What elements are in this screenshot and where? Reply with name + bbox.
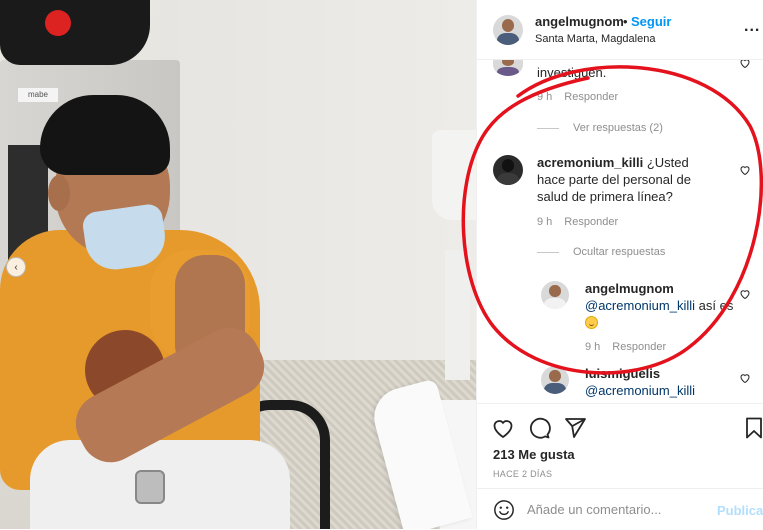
reply2-avatar[interactable] [541,366,569,394]
comment-body: acremonium_killi ¿Usted hace parte del p… [537,154,717,205]
post-photo: mabe ‹ [0,0,476,529]
comment-meta: 9 h Responder [537,216,618,228]
photo-sink [432,130,476,220]
smiling-face-emoji-icon [585,316,598,329]
comment-username[interactable]: acremonium_killi [537,155,643,170]
reply-avatar[interactable] [541,281,569,309]
comment-input[interactable] [527,497,707,521]
post-actions: 213 Me gusta HACE 2 DÍAS Publicar [477,403,763,529]
header-username[interactable]: angelmugnom [535,14,624,29]
prev-comment-text: investiguen. [537,65,607,80]
follow-button[interactable]: Seguir [631,14,671,29]
carousel-prev-button[interactable]: ‹ [6,257,26,277]
view-replies-label: Ver respuestas (2) [573,122,663,134]
hide-replies-button[interactable]: Ocultar respuestas [537,246,665,258]
reply-like-icon[interactable] [739,288,751,300]
comments-list[interactable]: investiguen. 9 h Responder Ver respuestas… [477,60,763,403]
photo-helmet [0,0,150,65]
hide-replies-label: Ocultar respuestas [573,246,666,258]
comment-icon[interactable] [527,416,551,440]
header-avatar[interactable] [493,15,523,45]
comment-like-icon[interactable] [739,164,751,176]
prev-comment-reply-button[interactable]: Responder [564,91,618,103]
reply-reply-button[interactable]: Responder [612,341,666,353]
photo-watch [135,470,165,504]
reply-username[interactable]: angelmugnom [585,281,674,296]
prev-comment-like-icon[interactable] [739,60,751,69]
prev-comment-time: 9 h [537,91,553,103]
comment-avatar[interactable] [493,155,523,185]
reply2-like-icon[interactable] [739,372,751,384]
reply-body: angelmugnom @acremonium_killi así es [585,280,735,331]
reply-mention[interactable]: @acremonium_killi [585,298,695,313]
reply-text: así es [698,298,734,313]
header-location[interactable]: Santa Marta, Magdalena [535,33,655,45]
reply2-body: luismiguelis @acremonium_killi [585,365,735,399]
photo-helmet-decal [45,10,71,36]
toggle-line [537,127,559,129]
share-icon[interactable] [563,416,587,440]
likes-count[interactable]: 213 Me gusta [493,447,575,462]
post-comment-button[interactable]: Publicar [717,503,763,518]
reply-meta: 9 h Responder [585,341,666,353]
comment-time: 9 h [537,216,553,228]
prev-comment-avatar[interactable] [493,60,523,76]
photo-hair [40,95,170,175]
view-replies-button[interactable]: Ver respuestas (2) [537,122,663,134]
reply2-mention[interactable]: @acremonium_killi [585,383,695,398]
emoji-picker-icon[interactable] [493,499,515,521]
more-options-icon[interactable]: ... [744,18,760,36]
heart-icon[interactable] [491,416,515,440]
photo-ear [48,175,70,211]
comment-reply-button[interactable]: Responder [564,216,618,228]
photo-brand-sticker: mabe [18,88,58,102]
add-comment-bar: Publicar [477,488,763,530]
reply-time: 9 h [585,341,601,353]
reply2-username[interactable]: luismiguelis [585,366,660,381]
bookmark-icon[interactable] [742,416,763,440]
photo-pipe [445,250,470,380]
post-side-panel: angelmugnom • Seguir Santa Marta, Magdal… [476,0,763,529]
toggle-line [537,251,559,253]
post-header: angelmugnom • Seguir Santa Marta, Magdal… [477,0,763,60]
post-timestamp[interactable]: HACE 2 DÍAS [493,469,552,479]
prev-comment-meta: 9 h Responder [537,91,618,103]
header-separator: • [623,14,628,29]
